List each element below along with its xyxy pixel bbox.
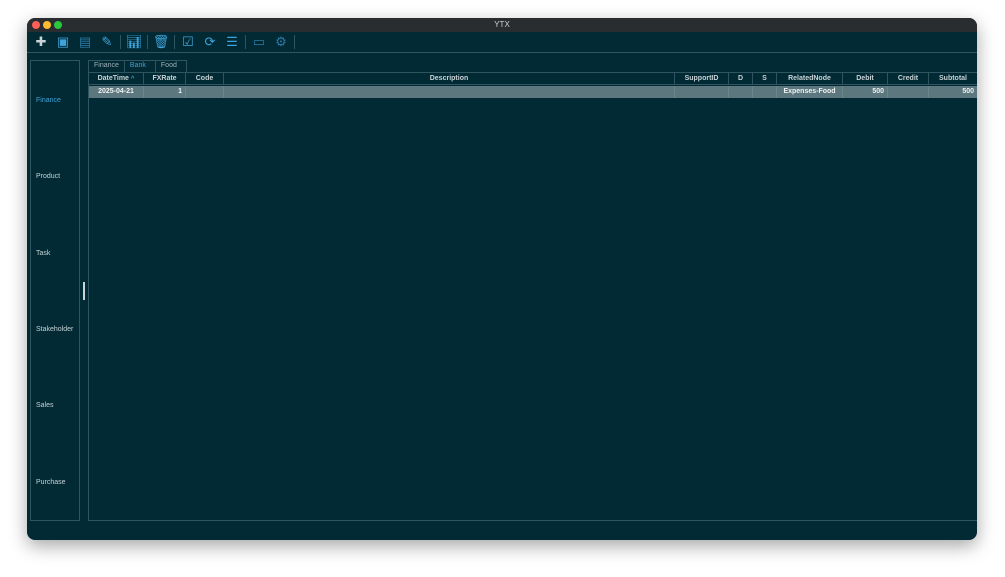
column-header-fxrate[interactable]: FXRate <box>144 73 186 84</box>
ledger-table: DateTime ^ FXRate Code Description Suppo… <box>88 72 977 521</box>
list-icon[interactable]: ☰ <box>223 34 241 50</box>
sidebar-item-purchase[interactable]: Purchase <box>36 479 66 486</box>
zoom-button[interactable] <box>54 21 62 29</box>
window-title: YTX <box>494 20 510 29</box>
minimize-button[interactable] <box>43 21 51 29</box>
settings-icon[interactable]: ⚙ <box>272 34 290 50</box>
append-icon[interactable]: ▣ <box>54 34 72 50</box>
tab-finance[interactable]: Finance <box>88 60 125 72</box>
cell-credit[interactable] <box>888 86 929 98</box>
trash-icon[interactable]: 🗑︎ <box>152 34 170 50</box>
divider <box>174 35 175 49</box>
insert-icon[interactable]: ▤ <box>76 34 94 50</box>
cell-debit[interactable]: 500 <box>843 86 888 98</box>
cell-subtotal[interactable]: 500 <box>929 86 977 98</box>
column-header-supportid[interactable]: SupportID <box>675 73 729 84</box>
cell-d[interactable] <box>729 86 753 98</box>
cell-code[interactable] <box>186 86 224 98</box>
title-bar: YTX <box>27 18 977 32</box>
checklist-icon[interactable]: ☑ <box>179 34 197 50</box>
cell-s[interactable] <box>753 86 777 98</box>
plus-icon[interactable]: ✚ <box>32 34 50 50</box>
column-header-relatednode[interactable]: RelatedNode <box>777 73 843 84</box>
column-header-datetime[interactable]: DateTime ^ <box>89 73 144 84</box>
app-window: YTX ✚ ▣ ▤ ✎ 📊︎ 🗑︎ ☑ ⟳ ☰ ▭ ⚙ Finance Prod… <box>27 18 977 540</box>
column-header-d[interactable]: D <box>729 73 753 84</box>
column-header-credit[interactable]: Credit <box>888 73 929 84</box>
column-label: DateTime <box>97 75 129 82</box>
tab-bar: Finance Bank Food <box>88 60 187 72</box>
sidebar-item-finance[interactable]: Finance <box>36 97 61 104</box>
tab-bank[interactable]: Bank <box>123 60 156 72</box>
divider <box>245 35 246 49</box>
divider <box>120 35 121 49</box>
table-header: DateTime ^ FXRate Code Description Suppo… <box>89 73 977 85</box>
refresh-check-icon[interactable]: ⟳ <box>201 34 219 50</box>
divider <box>294 35 295 49</box>
sidebar: Finance Product Task Stakeholder Sales P… <box>30 60 80 521</box>
table-row[interactable]: 2025-04-21 1 Expenses-Food 500 500 <box>89 86 977 98</box>
column-header-subtotal[interactable]: Subtotal <box>929 73 977 84</box>
sort-ascending-icon: ^ <box>130 76 135 82</box>
column-header-s[interactable]: S <box>753 73 777 84</box>
column-header-code[interactable]: Code <box>186 73 224 84</box>
sidebar-item-product[interactable]: Product <box>36 173 60 180</box>
cell-description[interactable] <box>224 86 675 98</box>
toolbar: ✚ ▣ ▤ ✎ 📊︎ 🗑︎ ☑ ⟳ ☰ ▭ ⚙ <box>27 32 977 53</box>
statement-icon[interactable]: ▭ <box>250 34 268 50</box>
cell-datetime[interactable]: 2025-04-21 <box>89 86 144 98</box>
cell-fxrate[interactable]: 1 <box>144 86 186 98</box>
close-button[interactable] <box>32 21 40 29</box>
sidebar-item-stakeholder[interactable]: Stakeholder <box>36 326 73 333</box>
cell-relatednode[interactable]: Expenses-Food <box>777 86 843 98</box>
sidebar-item-sales[interactable]: Sales <box>36 402 54 409</box>
cell-supportid[interactable] <box>675 86 729 98</box>
splitter-handle[interactable] <box>83 282 85 300</box>
tab-food[interactable]: Food <box>154 60 187 72</box>
column-header-description[interactable]: Description <box>224 73 675 84</box>
divider <box>147 35 148 49</box>
sidebar-item-task[interactable]: Task <box>36 250 50 257</box>
edit-icon[interactable]: ✎ <box>98 34 116 50</box>
column-header-debit[interactable]: Debit <box>843 73 888 84</box>
chart-add-icon[interactable]: 📊︎ <box>125 34 143 50</box>
